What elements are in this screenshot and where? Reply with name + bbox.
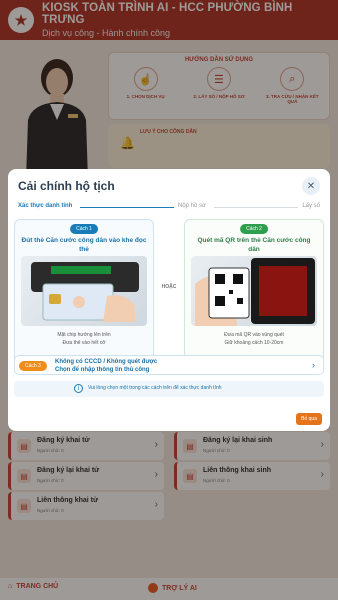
close-icon: ✕ (306, 180, 316, 192)
progress-steps: Xác thực danh tính Nộp hồ sơ Lấy số (18, 203, 320, 213)
option-manual-entry[interactable]: Cách 3 Không có CCCD / Không quét được C… (14, 355, 324, 375)
option-insert-card[interactable]: Cách 1 Đút thẻ Căn cước công dân vào khe… (14, 219, 154, 369)
option-badge: Cách 2 (240, 224, 268, 234)
option-badge: Cách 1 (70, 224, 98, 234)
modal-title: Cải chính hộ tịch (18, 179, 115, 193)
info-icon: i (74, 384, 83, 393)
or-separator: HOẶC (161, 284, 177, 290)
step-connector (214, 207, 298, 208)
step-verify-identity: Xác thực danh tính (18, 203, 73, 209)
qr-scanner-image (191, 256, 317, 326)
card-reader-image (21, 256, 147, 326)
option-title: Quét mã QR trên thẻ Căn cước công dân (197, 237, 311, 253)
skip-button[interactable]: Bỏ qua (296, 413, 322, 425)
close-button[interactable]: ✕ (302, 177, 320, 195)
step-connector (80, 207, 174, 208)
option-title: Đút thẻ Căn cước công dân vào khe đọc th… (21, 237, 147, 253)
info-banner: i Vui lòng chọn một trong các cách trên … (14, 381, 324, 397)
identity-modal: Cải chính hộ tịch ✕ Xác thực danh tính N… (8, 169, 330, 431)
option-badge: Cách 3 (19, 361, 47, 371)
step-get-number: Lấy số (302, 203, 320, 209)
step-submit-file: Nộp hồ sơ (178, 203, 206, 209)
chevron-right-icon: › (312, 360, 315, 370)
option-scan-qr[interactable]: Cách 2 Quét mã QR trên thẻ Căn cước công… (184, 219, 324, 369)
